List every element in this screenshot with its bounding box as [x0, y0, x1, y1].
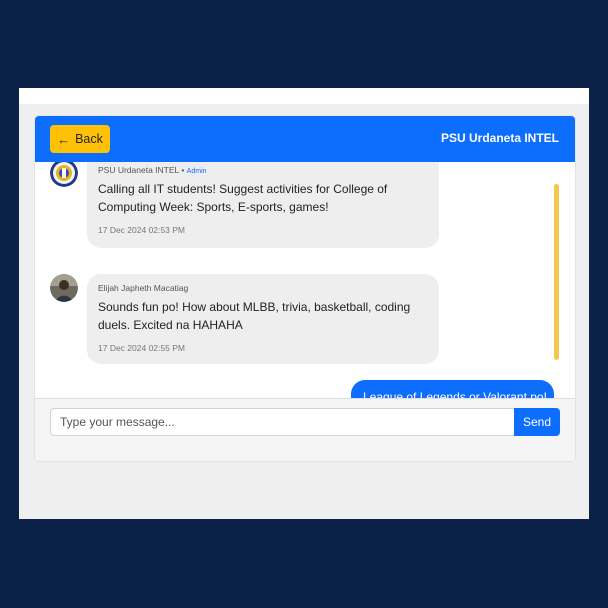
message-input[interactable]	[50, 408, 514, 436]
message-sender: PSU Urdaneta INTEL	[98, 165, 179, 175]
message-bubble: Elijah Japheth Macatiag Sounds fun po! H…	[87, 274, 439, 364]
psu-logo-icon	[50, 162, 78, 187]
message-time: 17 Dec 2024 02:55 PM	[98, 343, 185, 353]
back-button-label: Back	[75, 132, 103, 146]
message-sender: Elijah Japheth Macatiag	[98, 283, 189, 293]
chat-card: ← Back PSU Urdaneta INTEL PSU Urdaneta I…	[35, 116, 575, 461]
scrollbar[interactable]	[554, 184, 559, 360]
app-frame: ← Back PSU Urdaneta INTEL PSU Urdaneta I…	[19, 88, 589, 519]
own-message-bubble: League of Legends or Valorant po!	[351, 380, 554, 398]
top-bar	[19, 88, 589, 104]
send-button[interactable]: Send	[514, 408, 560, 436]
message-sender-line: PSU Urdaneta INTEL • Admin	[98, 165, 428, 175]
back-button[interactable]: ← Back	[50, 125, 110, 153]
message-text: Sounds fun po! How about MLBB, trivia, b…	[98, 300, 411, 332]
user-photo-icon	[50, 274, 78, 302]
admin-badge: Admin	[186, 168, 207, 175]
message-composer: Send	[35, 398, 575, 461]
arrow-left-icon: ←	[57, 131, 71, 147]
message-bubble: PSU Urdaneta INTEL • Admin Calling all I…	[87, 162, 439, 248]
page-title: PSU Urdaneta INTEL	[440, 131, 559, 145]
chat-header: ← Back PSU Urdaneta INTEL	[35, 116, 575, 162]
message-time: 17 Dec 2024 02:53 PM	[98, 225, 185, 235]
message-list[interactable]: PSU Urdaneta INTEL • Admin Calling all I…	[35, 162, 575, 398]
message-text: Calling all IT students! Suggest activit…	[98, 182, 388, 214]
